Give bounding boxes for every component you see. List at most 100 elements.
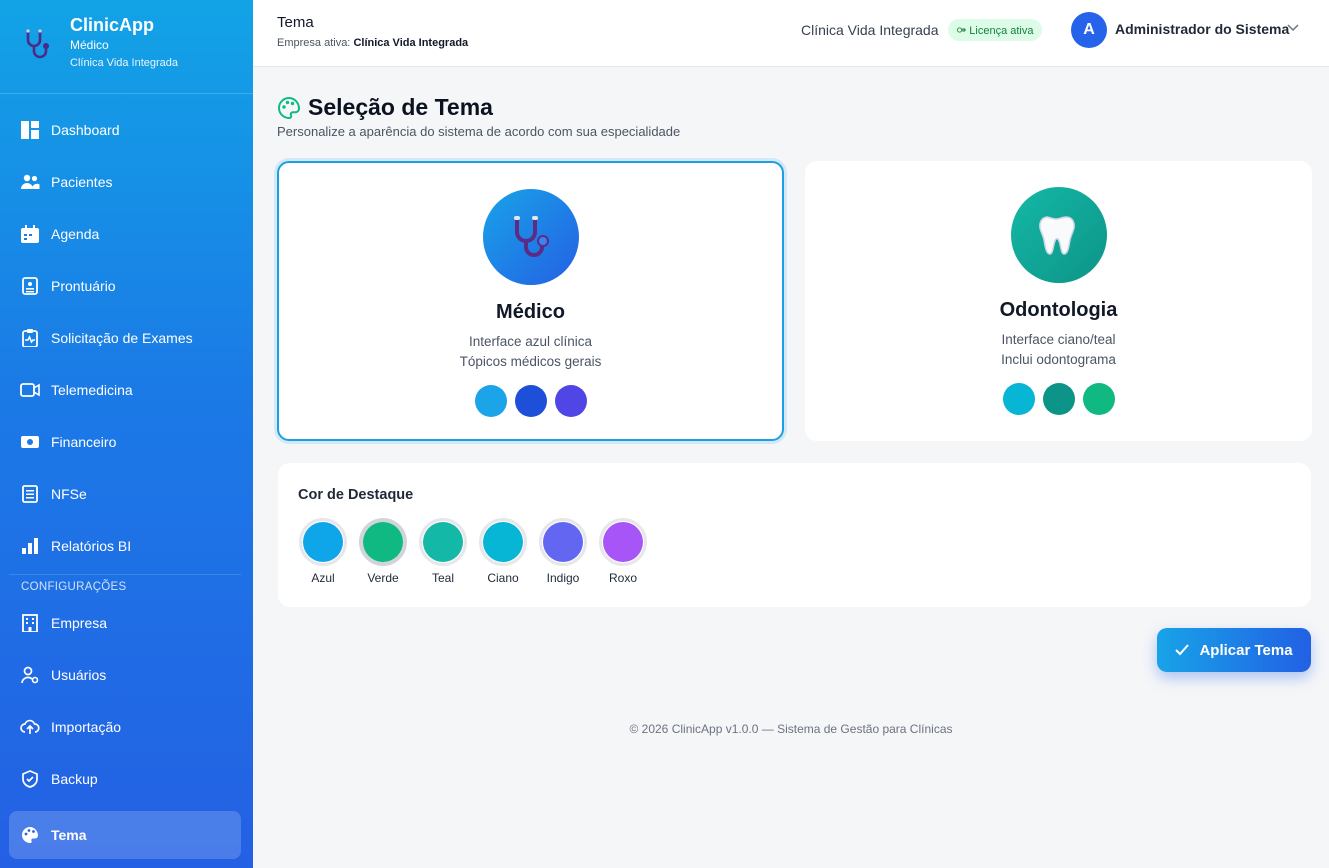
swatch [514,385,547,417]
accent-option-indigo[interactable]: Indigo [538,518,588,585]
accent-ring [599,518,647,566]
avatar[interactable]: A [1071,12,1107,48]
brand-role: Médico [70,38,109,52]
accent-ring [479,518,527,566]
sidebar-item-empresa[interactable]: Empresa [0,597,253,649]
theme-description: Interface ciano/teal Inclui odontograma [805,330,1312,370]
accent-color-list: Azul Verde Teal Ciano Indigo Roxo [298,518,648,585]
stethoscope-icon [26,29,49,59]
palette-icon [20,825,40,845]
swatch [474,385,507,417]
header-company: Clínica Vida Integrada [801,22,939,38]
sidebar-item-telemedicina[interactable]: Telemedicina [0,364,253,416]
theme-desc-line: Tópicos médicos gerais [459,354,602,369]
section-heading: Seleção de Tema [277,94,493,121]
sidebar-item-relatorios[interactable]: Relatórios BI [0,520,253,572]
theme-name: Médico [496,301,565,323]
building-icon [20,613,40,633]
accent-label: Indigo [546,571,580,585]
clipboard-pulse-icon [20,328,40,348]
sidebar-item-label: Empresa [51,615,108,631]
theme-name: Odontologia [999,299,1118,321]
accent-option-verde[interactable]: Verde [358,518,408,585]
theme-swatches [279,385,782,417]
accent-ring [299,518,347,566]
user-menu-name[interactable]: Administrador do Sistema [1115,21,1289,37]
sidebar-item-label: NFSe [51,486,87,502]
theme-desc-line: Interface ciano/teal [1001,332,1116,347]
theme-description: Interface azul clínica Tópicos médicos g… [279,332,782,372]
sidebar-section-label: CONFIGURAÇÕES [9,574,241,597]
apply-theme-button[interactable]: Aplicar Tema [1157,628,1311,672]
accent-option-ciano[interactable]: Ciano [478,518,528,585]
brand: ClinicApp Médico Clínica Vida Integrada [0,0,253,94]
theme-swatches [805,383,1312,415]
sidebar-item-tema[interactable]: Tema [9,811,241,859]
check-icon [1175,644,1190,656]
active-company-name: Clínica Vida Integrada [353,37,469,49]
stethoscope-icon [482,189,579,285]
sidebar-item-prontuario[interactable]: Prontuário [0,260,253,312]
active-company-line: Empresa ativa: Clínica Vida Integrada [277,37,468,49]
shield-icon [20,769,40,789]
swatch [1082,383,1115,415]
sidebar-item-label: Financeiro [51,434,117,450]
footer: © 2026 ClinicApp v1.0.0 — Sistema de Ges… [629,722,953,736]
cloud-upload-icon [20,717,40,737]
apply-theme-label: Aplicar Tema [1199,641,1293,659]
palette-icon [278,96,301,119]
sidebar-item-label: Dashboard [51,122,120,138]
sidebar-item-backup[interactable]: Backup [0,753,253,805]
sidebar-item-label: Agenda [51,226,100,242]
section-subtitle: Personalize a aparência do sistema de ac… [277,124,681,139]
theme-desc-line: Interface azul clínica [468,334,593,349]
swatch [1042,383,1075,415]
sidebar-item-dashboard[interactable]: Dashboard [0,104,253,156]
brand-name: ClinicApp [70,15,154,35]
top-header: Tema Empresa ativa: Clínica Vida Integra… [253,0,1329,67]
invoice-icon [20,484,40,504]
sidebar-item-financeiro[interactable]: Financeiro [0,416,253,468]
sidebar-item-label: Relatórios BI [51,538,132,554]
chevron-down-icon[interactable] [1287,24,1299,32]
sidebar-item-nfse[interactable]: NFSe [0,468,253,520]
sidebar-item-pacientes[interactable]: Pacientes [0,156,253,208]
user-gear-icon [20,665,40,685]
accent-ring [539,518,587,566]
calendar-icon [20,224,40,244]
swatch [554,385,587,417]
accent-label: Verde [367,571,399,585]
accent-option-roxo[interactable]: Roxo [598,518,648,585]
accent-dot [423,522,463,562]
accent-title: Cor de Destaque [298,487,414,503]
sidebar-item-label: Importação [51,719,122,735]
accent-label: Teal [431,571,454,585]
money-icon [20,432,40,452]
theme-card-medico[interactable]: Médico Interface azul clínica Tópicos mé… [277,161,784,441]
sidebar-item-label: Backup [51,771,98,787]
page-title: Tema [277,14,314,31]
accent-label: Roxo [608,571,637,585]
accent-label: Ciano [487,571,519,585]
dashboard-icon [20,120,40,140]
sidebar-item-usuarios[interactable]: Usuários [0,649,253,701]
sidebar-item-importacao[interactable]: Importação [0,701,253,753]
license-badge: ⚩ Licença ativa [948,19,1043,41]
accent-label: Azul [311,571,335,585]
accent-dot [363,522,403,562]
accent-dot [483,522,523,562]
accent-color-card: Cor de Destaque Azul Verde Teal Ciano In… [278,463,1311,607]
accent-option-teal[interactable]: Teal [418,518,468,585]
users-icon [20,172,40,192]
sidebar-item-exames[interactable]: Solicitação de Exames [0,312,253,364]
brand-company: Clínica Vida Integrada [70,57,179,69]
sidebar-item-agenda[interactable]: Agenda [0,208,253,260]
sidebar-item-label: Solicitação de Exames [51,330,193,346]
sidebar-item-label: Telemedicina [51,382,133,398]
sidebar-item-label: Pacientes [51,174,113,190]
sidebar-item-label: Prontuário [51,278,116,294]
accent-ring [419,518,467,566]
accent-dot [603,522,643,562]
theme-card-odontologia[interactable]: Odontologia Interface ciano/teal Inclui … [805,161,1312,441]
accent-option-azul[interactable]: Azul [298,518,348,585]
